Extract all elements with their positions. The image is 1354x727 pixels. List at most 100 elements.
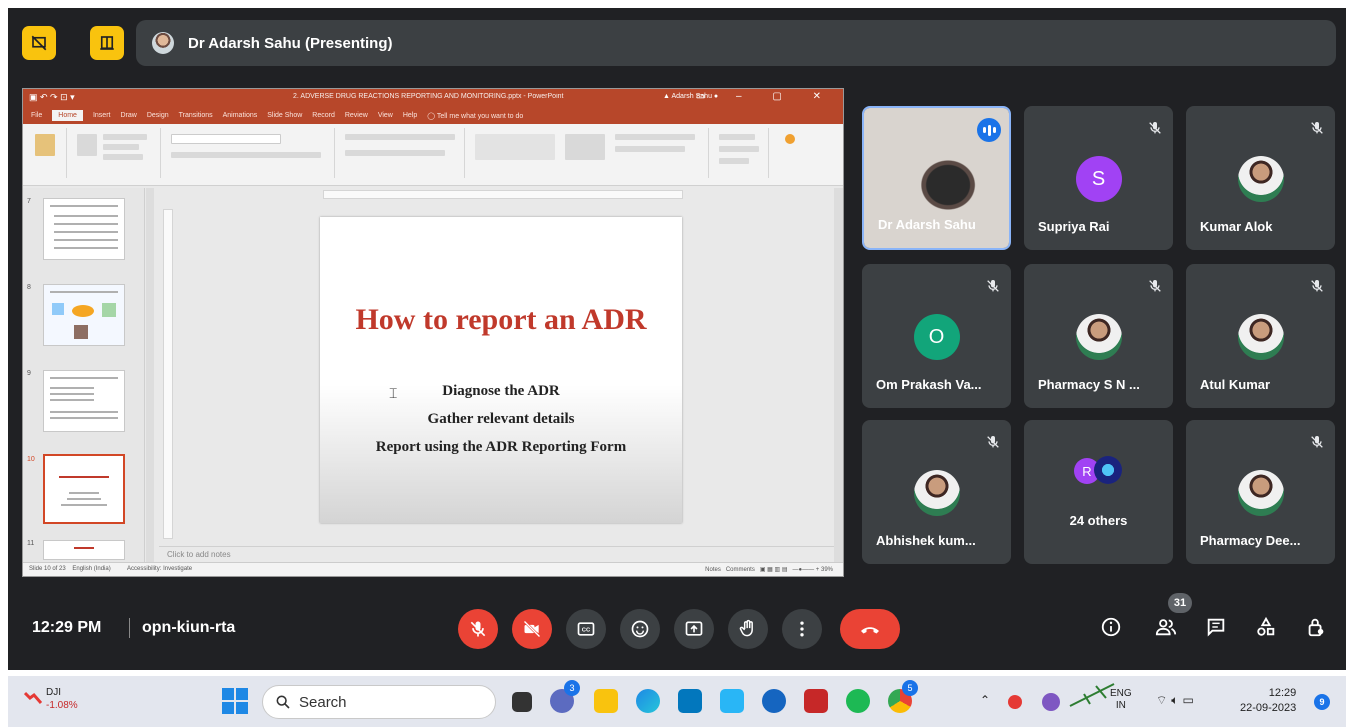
shared-screen-powerpoint: ▣ ↶ ↷ ⊡ ▾ 2. ADVERSE DRUG REACTIONS REPO… [22, 88, 844, 577]
mic-muted-icon [985, 434, 1001, 450]
stock-name: DJI [46, 687, 61, 698]
file-explorer-icon[interactable] [594, 689, 618, 713]
host-controls-button[interactable] [1303, 614, 1329, 640]
notification-badge[interactable]: 9 [1314, 694, 1330, 710]
chat-icon [1207, 618, 1225, 637]
activities-button[interactable] [1253, 614, 1279, 640]
people-button[interactable] [1153, 614, 1179, 640]
panel-icon [100, 36, 114, 50]
reactions-button[interactable] [620, 609, 660, 649]
help-icon[interactable] [762, 689, 786, 713]
vertical-ruler [163, 209, 173, 539]
ppt-ribbon [23, 124, 843, 186]
tray-app-icon[interactable] [1008, 695, 1022, 709]
participant-tile[interactable]: Kumar Alok [1186, 106, 1335, 250]
stock-chart-icon [23, 690, 43, 704]
captions-icon: CC [577, 622, 595, 636]
slide-thumbnail[interactable] [43, 540, 125, 560]
camera-off-button[interactable] [512, 609, 552, 649]
chat-button[interactable] [1203, 614, 1229, 640]
notes-pane[interactable]: Click to add notes [159, 546, 843, 562]
tray-app-icon[interactable] [1042, 693, 1060, 711]
participant-tile[interactable]: Atul Kumar [1186, 264, 1335, 408]
presenter-label: Dr Adarsh Sahu (Presenting) [188, 34, 393, 52]
avatar-photo [1075, 314, 1122, 360]
slide-bullet: Diagnose the ADR [442, 383, 560, 399]
mic-muted-icon [1147, 120, 1163, 136]
slide-canvas[interactable]: How to report an ADR Diagnose the ADR Ga… [320, 217, 682, 523]
search-placeholder: Search [299, 693, 347, 711]
participant-tile[interactable]: Pharmacy Dee... [1186, 420, 1335, 564]
participant-tile[interactable]: Dr Adarsh Sahu [862, 106, 1011, 250]
lang-bottom: IN [1115, 700, 1126, 711]
edge-icon[interactable] [636, 689, 660, 713]
ppt-status-bar: Slide 10 of 23 English (India) Accessibi… [23, 562, 843, 576]
participant-name: Om Prakash Va... [876, 377, 982, 392]
avatar-photo [1094, 456, 1122, 484]
participant-tile[interactable]: S Supriya Rai [1024, 106, 1173, 250]
raise-hand-button[interactable] [728, 609, 768, 649]
ppt-titlebar: ▣ ↶ ↷ ⊡ ▾ 2. ADVERSE DRUG REACTIONS REPO… [23, 89, 843, 107]
participant-name: Kumar Alok [1200, 219, 1273, 234]
meeting-time: 12:29 PM [32, 619, 102, 636]
ppt-ribbon-tabs: File Home Insert Draw Design Transitions Anima… [23, 107, 843, 124]
task-view-icon[interactable] [512, 692, 532, 712]
participant-tile[interactable]: Abhishek kum... [862, 420, 1011, 564]
mic-muted-icon [1147, 278, 1163, 294]
meeting-details-button[interactable] [1098, 614, 1124, 640]
mic-off-button[interactable] [458, 609, 498, 649]
language-indicator[interactable]: ENG IN [1110, 688, 1132, 712]
windows-taskbar: DJI -1.08% Search 3 5 ⌃ ENG IN ⌔🔈︎▭ 12:2… [8, 676, 1346, 727]
slide-scrollbar[interactable] [834, 188, 843, 562]
slide-thumbnail-selected[interactable] [43, 454, 125, 524]
pin-presentation-button[interactable] [90, 26, 124, 60]
mic-off-icon [470, 621, 486, 637]
participant-name: Atul Kumar [1200, 377, 1271, 392]
slide-thumbnails-pane: 7 8 9 10 11 [23, 188, 145, 562]
participant-name: Pharmacy S N ... [1038, 377, 1140, 392]
taskbar-clock[interactable]: 12:29 22-09-2023 [1240, 686, 1296, 716]
no-present-icon [31, 35, 47, 51]
hand-icon [739, 619, 753, 637]
tray-chevron-icon[interactable]: ⌃ [980, 694, 990, 706]
slide-thumbnail[interactable] [43, 284, 125, 346]
volume-icon: 🔈︎ [1171, 693, 1183, 707]
avatar-initial: S [1075, 156, 1122, 202]
present-screen-button[interactable] [674, 609, 714, 649]
leave-call-button[interactable] [840, 609, 900, 649]
mic-muted-icon [1309, 278, 1325, 294]
thumbnails-scrollbar[interactable] [146, 188, 154, 562]
slide-bullet: Gather relevant details [427, 411, 575, 427]
hang-up-icon [861, 627, 879, 634]
search-icon [276, 695, 290, 709]
network-sound-battery[interactable]: ⌔🔈︎▭ [1156, 694, 1198, 706]
participant-name: Abhishek kum... [876, 533, 976, 548]
smiley-icon [631, 620, 649, 638]
more-options-button[interactable] [782, 609, 822, 649]
store-icon[interactable] [678, 689, 702, 713]
avatar-photo [1237, 314, 1284, 360]
slide-thumbnail[interactable] [43, 370, 125, 432]
participant-tile[interactable]: O Om Prakash Va... [862, 264, 1011, 408]
camera-off-icon [523, 620, 541, 638]
participant-tile[interactable]: R 24 others [1024, 420, 1173, 564]
slide-thumbnail[interactable] [43, 198, 125, 260]
info-icon [1101, 617, 1121, 637]
avatar-photo [913, 470, 960, 516]
start-button[interactable] [222, 688, 248, 714]
captions-button[interactable]: CC [566, 609, 606, 649]
monitor-app-icon[interactable] [720, 689, 744, 713]
clock-date: 22-09-2023 [1240, 702, 1297, 714]
mic-muted-icon [1309, 434, 1325, 450]
taskbar-search[interactable]: Search [262, 685, 496, 719]
mcafee-icon[interactable] [804, 689, 828, 713]
presenter-avatar [152, 32, 174, 54]
svg-text:CC: CC [582, 628, 591, 634]
participant-tile[interactable]: Pharmacy S N ... [1024, 264, 1173, 408]
participant-name: Pharmacy Dee... [1200, 533, 1301, 548]
spotify-icon[interactable] [846, 689, 870, 713]
top-bar: Dr Adarsh Sahu (Presenting) [22, 20, 1336, 68]
layout-toggle-button[interactable] [22, 26, 56, 60]
stock-widget[interactable]: DJI -1.08% [46, 686, 78, 712]
participant-name: Supriya Rai [1038, 219, 1110, 234]
